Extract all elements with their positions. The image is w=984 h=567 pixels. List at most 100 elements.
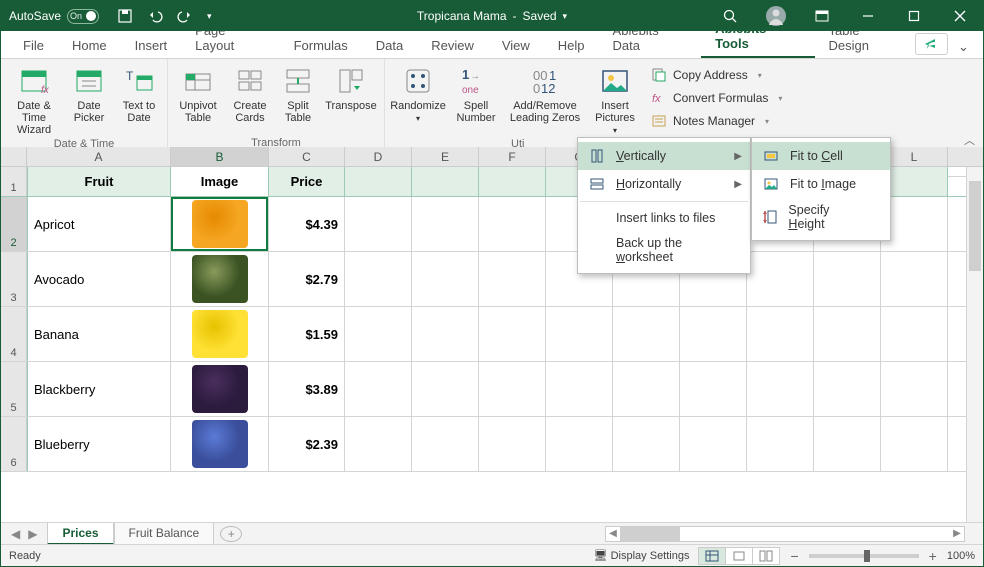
cell[interactable] <box>345 307 412 361</box>
row-header[interactable]: 2 <box>1 197 27 251</box>
share-button[interactable] <box>915 33 948 55</box>
menu-item-specify-height[interactable]: Specify Height <box>752 198 890 236</box>
column-header[interactable]: C <box>269 147 345 166</box>
redo-button[interactable] <box>177 8 193 24</box>
normal-view-button[interactable] <box>698 547 726 565</box>
chevron-down-icon[interactable]: ▾ <box>563 11 568 22</box>
tab-insert[interactable]: Insert <box>121 34 182 58</box>
randomize-button[interactable]: Randomize▾ <box>391 63 445 136</box>
cell-image[interactable] <box>171 307 269 361</box>
cell-fruit[interactable]: Blackberry <box>27 362 171 416</box>
select-all-corner[interactable] <box>1 147 27 166</box>
cell[interactable] <box>680 362 747 416</box>
search-icon[interactable] <box>707 1 753 31</box>
column-header[interactable]: B <box>171 147 269 166</box>
date-time-wizard-button[interactable]: fxDate & Time Wizard <box>7 63 61 136</box>
cell[interactable] <box>881 362 948 416</box>
save-icon[interactable] <box>117 8 133 24</box>
cell-price[interactable]: $2.79 <box>269 252 345 306</box>
menu-item-fit-to-cell[interactable]: Fit to Cell <box>752 142 890 170</box>
menu-item-backup-worksheet[interactable]: Back up the worksheet <box>578 231 750 269</box>
text-to-date-button[interactable]: TText to Date <box>117 63 161 136</box>
menu-item-insert-links[interactable]: Insert links to files <box>578 205 750 231</box>
row-header[interactable]: 1 <box>1 167 27 196</box>
cell[interactable] <box>412 167 479 196</box>
prev-sheet-icon[interactable]: ◀ <box>11 527 20 541</box>
cell[interactable] <box>479 417 546 471</box>
cell[interactable] <box>412 197 479 251</box>
qat-dropdown-icon[interactable]: ▾ <box>207 11 212 22</box>
page-break-view-button[interactable] <box>752 547 780 565</box>
tabs-overflow-icon[interactable]: ⌄ <box>952 39 975 55</box>
zoom-level[interactable]: 100% <box>947 550 975 562</box>
table-header-cell[interactable]: Price <box>269 167 345 196</box>
vertical-scrollbar[interactable] <box>966 167 983 522</box>
tab-help[interactable]: Help <box>544 34 599 58</box>
spell-number-button[interactable]: 1→oneSpell Number <box>451 63 501 136</box>
minimize-button[interactable] <box>845 1 891 31</box>
cell-price[interactable]: $1.59 <box>269 307 345 361</box>
cell[interactable] <box>479 362 546 416</box>
cell[interactable] <box>546 417 613 471</box>
cell[interactable] <box>613 417 680 471</box>
column-header[interactable]: E <box>412 147 479 166</box>
cell[interactable] <box>412 362 479 416</box>
column-header[interactable]: A <box>27 147 171 166</box>
cell-fruit[interactable]: Avocado <box>27 252 171 306</box>
autosave-toggle[interactable]: AutoSave On <box>1 9 107 24</box>
cell-image[interactable] <box>171 197 269 251</box>
cell[interactable] <box>345 197 412 251</box>
account-icon[interactable] <box>753 1 799 31</box>
cell-image[interactable] <box>171 417 269 471</box>
convert-formulas-button[interactable]: fxConvert Formulas▾ <box>647 88 786 108</box>
copy-address-button[interactable]: Copy Address▾ <box>647 65 786 85</box>
cell[interactable] <box>345 167 412 196</box>
cell[interactable] <box>345 362 412 416</box>
cell[interactable] <box>881 197 948 251</box>
close-button[interactable] <box>937 1 983 31</box>
tab-view[interactable]: View <box>488 34 544 58</box>
cell[interactable] <box>479 197 546 251</box>
row-header[interactable]: 3 <box>1 252 27 306</box>
cell[interactable] <box>881 167 948 196</box>
create-cards-button[interactable]: Create Cards <box>228 63 272 135</box>
cell[interactable] <box>345 417 412 471</box>
tab-file[interactable]: File <box>9 34 58 58</box>
menu-item-vertically[interactable]: Vertically▶ <box>578 142 750 170</box>
unpivot-table-button[interactable]: Unpivot Table <box>174 63 222 135</box>
cell[interactable] <box>546 307 613 361</box>
cell[interactable] <box>881 417 948 471</box>
zoom-out-button[interactable]: − <box>790 548 798 564</box>
zoom-slider[interactable] <box>809 554 919 558</box>
cell[interactable] <box>479 252 546 306</box>
transpose-button[interactable]: Transpose <box>324 63 378 135</box>
cell[interactable] <box>345 252 412 306</box>
display-settings-button[interactable]: 🖥 Display Settings <box>594 549 690 562</box>
row-header[interactable]: 4 <box>1 307 27 361</box>
cell-price[interactable]: $3.89 <box>269 362 345 416</box>
cell[interactable] <box>747 417 814 471</box>
sheet-tab[interactable]: Prices <box>47 523 113 545</box>
menu-item-horizontally[interactable]: Horizontally▶ <box>578 170 750 198</box>
cell[interactable] <box>814 252 881 306</box>
cell-fruit[interactable]: Apricot <box>27 197 171 251</box>
column-header[interactable]: F <box>479 147 546 166</box>
cell[interactable] <box>479 307 546 361</box>
cell[interactable] <box>814 417 881 471</box>
tab-formulas[interactable]: Formulas <box>280 34 362 58</box>
cell[interactable] <box>412 252 479 306</box>
cell[interactable] <box>680 307 747 361</box>
new-sheet-button[interactable]: + <box>220 526 242 542</box>
insert-pictures-button[interactable]: Insert Pictures▾ <box>589 63 641 136</box>
maximize-button[interactable] <box>891 1 937 31</box>
collapse-ribbon-icon[interactable]: ︿ <box>964 132 975 148</box>
row-header[interactable]: 5 <box>1 362 27 416</box>
date-picker-button[interactable]: Date Picker <box>67 63 111 136</box>
leading-zeros-button[interactable]: 001012Add/Remove Leading Zeros <box>507 63 583 136</box>
tab-home[interactable]: Home <box>58 34 121 58</box>
cell[interactable] <box>747 362 814 416</box>
cell[interactable] <box>814 307 881 361</box>
cell[interactable] <box>546 362 613 416</box>
page-layout-view-button[interactable] <box>725 547 753 565</box>
notes-manager-button[interactable]: Notes Manager▾ <box>647 111 786 131</box>
